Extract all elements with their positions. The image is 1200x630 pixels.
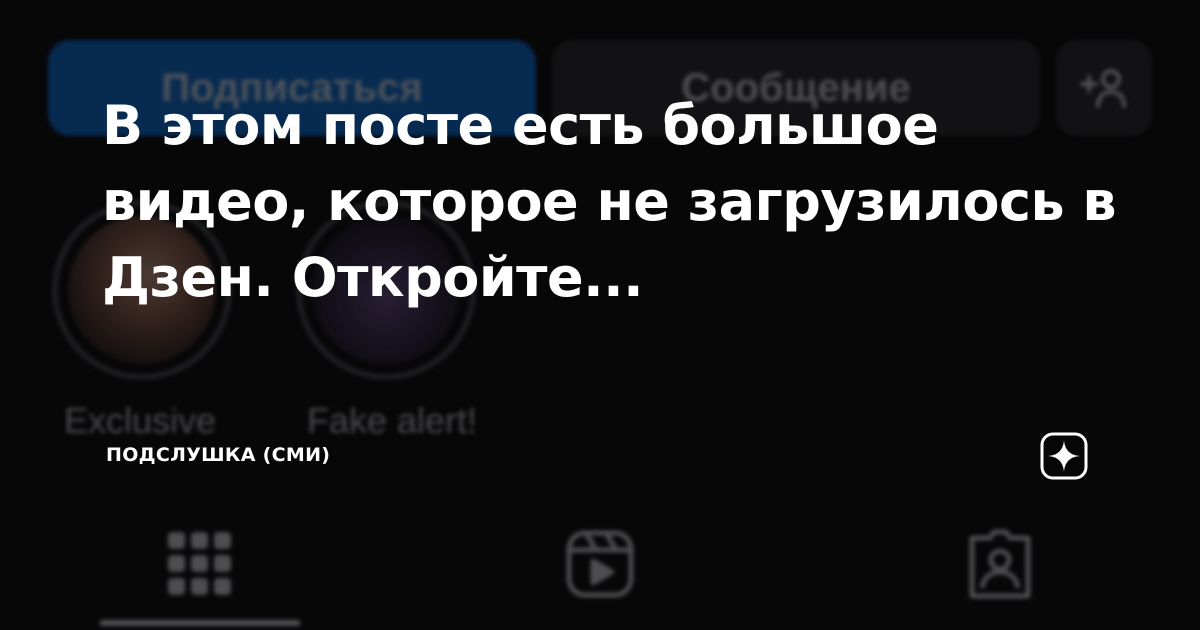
dzen-star-icon (1040, 432, 1088, 480)
post-headline: В этом посте есть большое видео, которое… (102, 94, 1117, 309)
channel-name: ПОДСЛУШКА (СМИ) (106, 444, 331, 466)
share-card: Подписаться Сообщение Exclusive Fake ale… (0, 0, 1200, 630)
